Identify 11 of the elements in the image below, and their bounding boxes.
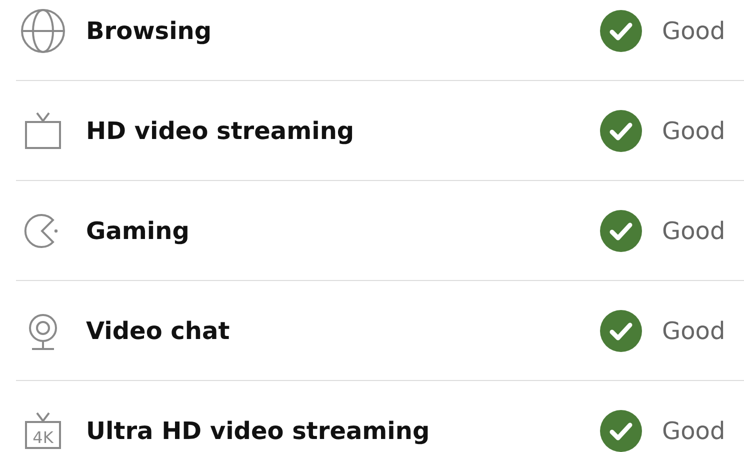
status-text: Good bbox=[662, 417, 726, 445]
activity-label: HD video streaming bbox=[86, 116, 356, 144]
activity-label: Video chat bbox=[86, 316, 231, 344]
status-text: Good bbox=[662, 16, 726, 44]
status-text: Good bbox=[662, 116, 726, 144]
status-text: Good bbox=[662, 216, 726, 244]
activity-label: Gaming bbox=[86, 216, 190, 244]
globe-icon bbox=[20, 8, 66, 54]
status-text: Good bbox=[662, 316, 726, 344]
activity-label: Ultra HD video streaming bbox=[86, 417, 431, 445]
activity-label: Browsing bbox=[86, 16, 213, 44]
